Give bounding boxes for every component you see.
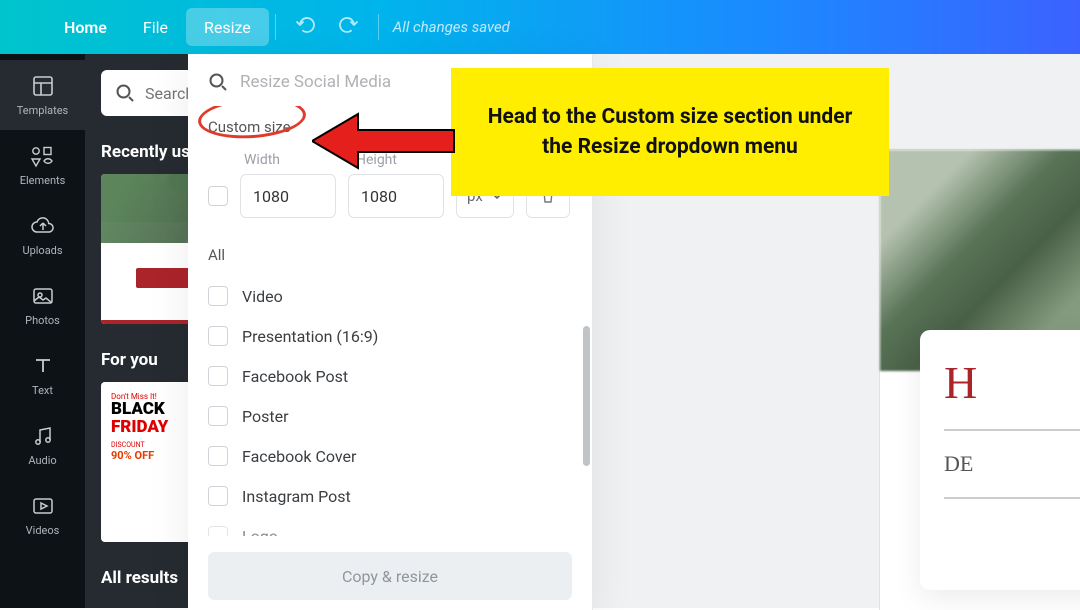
rail-uploads[interactable]: Uploads bbox=[0, 200, 85, 270]
rail-text-label: Text bbox=[32, 384, 53, 397]
home-button[interactable]: Home bbox=[46, 0, 125, 54]
option-label: Instagram Post bbox=[242, 487, 351, 506]
custom-size-label: Custom size bbox=[208, 118, 291, 136]
resize-option-presentation[interactable]: Presentation (16:9) bbox=[208, 316, 572, 356]
checkbox[interactable] bbox=[208, 486, 228, 506]
design-page[interactable]: H DE bbox=[880, 150, 1080, 610]
top-toolbar: Home File Resize All changes saved bbox=[0, 0, 1080, 54]
rail-videos[interactable]: Videos bbox=[0, 480, 85, 550]
photos-icon bbox=[31, 284, 55, 308]
text-icon bbox=[31, 354, 55, 378]
rail-templates-label: Templates bbox=[17, 104, 68, 117]
toolbar-divider bbox=[378, 14, 379, 40]
resize-option-poster[interactable]: Poster bbox=[208, 396, 572, 436]
rail-elements[interactable]: Elements bbox=[0, 130, 85, 200]
undo-icon bbox=[296, 15, 318, 35]
template-text: DISCOUNT bbox=[111, 441, 168, 449]
save-status: All changes saved bbox=[393, 18, 510, 36]
back-button[interactable] bbox=[10, 0, 46, 54]
rail-photos[interactable]: Photos bbox=[0, 270, 85, 340]
rail-elements-label: Elements bbox=[20, 174, 66, 187]
option-label: Logo bbox=[242, 527, 278, 537]
copy-resize-button[interactable]: Copy & resize bbox=[208, 552, 572, 600]
file-label: File bbox=[143, 18, 168, 37]
design-subtext: DE bbox=[944, 451, 1080, 477]
toolbar-divider bbox=[275, 14, 276, 40]
all-section-label: All bbox=[208, 246, 572, 264]
checkbox[interactable] bbox=[208, 526, 228, 536]
resize-option-logo[interactable]: Logo bbox=[208, 516, 572, 536]
option-label: Facebook Cover bbox=[242, 447, 356, 466]
search-icon bbox=[115, 83, 135, 103]
rail-text[interactable]: Text bbox=[0, 340, 85, 410]
resize-option-video[interactable]: Video bbox=[208, 276, 572, 316]
divider bbox=[944, 429, 1080, 431]
template-text: FRIDAY bbox=[111, 417, 168, 437]
undo-button[interactable] bbox=[296, 15, 318, 39]
videos-icon bbox=[31, 494, 55, 518]
search-icon bbox=[208, 72, 228, 92]
template-text: 90% OFF bbox=[111, 449, 168, 462]
width-input[interactable] bbox=[240, 174, 336, 218]
design-content-card: H DE bbox=[920, 330, 1080, 590]
checkbox[interactable] bbox=[208, 406, 228, 426]
checkbox[interactable] bbox=[208, 326, 228, 346]
height-input[interactable] bbox=[348, 174, 444, 218]
resize-option-facebook-cover[interactable]: Facebook Cover bbox=[208, 436, 572, 476]
rail-audio-label: Audio bbox=[28, 454, 56, 467]
scrollbar-thumb[interactable] bbox=[583, 326, 590, 466]
option-label: Poster bbox=[242, 407, 289, 426]
audio-icon bbox=[31, 424, 55, 448]
elements-icon bbox=[30, 144, 56, 168]
checkbox[interactable] bbox=[208, 366, 228, 386]
option-label: Facebook Post bbox=[242, 367, 348, 386]
file-menu[interactable]: File bbox=[125, 0, 186, 54]
resize-option-facebook-post[interactable]: Facebook Post bbox=[208, 356, 572, 396]
rail-videos-label: Videos bbox=[26, 524, 60, 537]
home-label: Home bbox=[64, 18, 107, 37]
checkbox[interactable] bbox=[208, 446, 228, 466]
annotation-callout: Head to the Custom size section under th… bbox=[451, 68, 889, 196]
resize-menu[interactable]: Resize bbox=[186, 8, 269, 46]
height-label: Height bbox=[356, 152, 397, 168]
divider bbox=[944, 497, 1080, 499]
templates-icon bbox=[31, 74, 55, 98]
design-heading: H bbox=[944, 356, 1080, 409]
template-text: BLACK bbox=[111, 401, 168, 417]
rail-uploads-label: Uploads bbox=[22, 244, 62, 257]
resize-option-instagram-post[interactable]: Instagram Post bbox=[208, 476, 572, 516]
resize-label: Resize bbox=[204, 18, 251, 37]
option-label: Presentation (16:9) bbox=[242, 327, 378, 346]
width-label: Width bbox=[244, 152, 340, 168]
checkbox[interactable] bbox=[208, 286, 228, 306]
left-rail: Templates Elements Uploads Photos Text A… bbox=[0, 54, 85, 608]
rail-templates[interactable]: Templates bbox=[0, 60, 85, 130]
custom-size-checkbox[interactable] bbox=[208, 186, 228, 206]
option-label: Video bbox=[242, 287, 283, 306]
uploads-icon bbox=[30, 214, 56, 238]
rail-audio[interactable]: Audio bbox=[0, 410, 85, 480]
redo-icon bbox=[336, 15, 358, 35]
callout-text: Head to the Custom size section under th… bbox=[475, 102, 865, 163]
rail-photos-label: Photos bbox=[25, 314, 60, 327]
redo-button[interactable] bbox=[336, 15, 358, 39]
